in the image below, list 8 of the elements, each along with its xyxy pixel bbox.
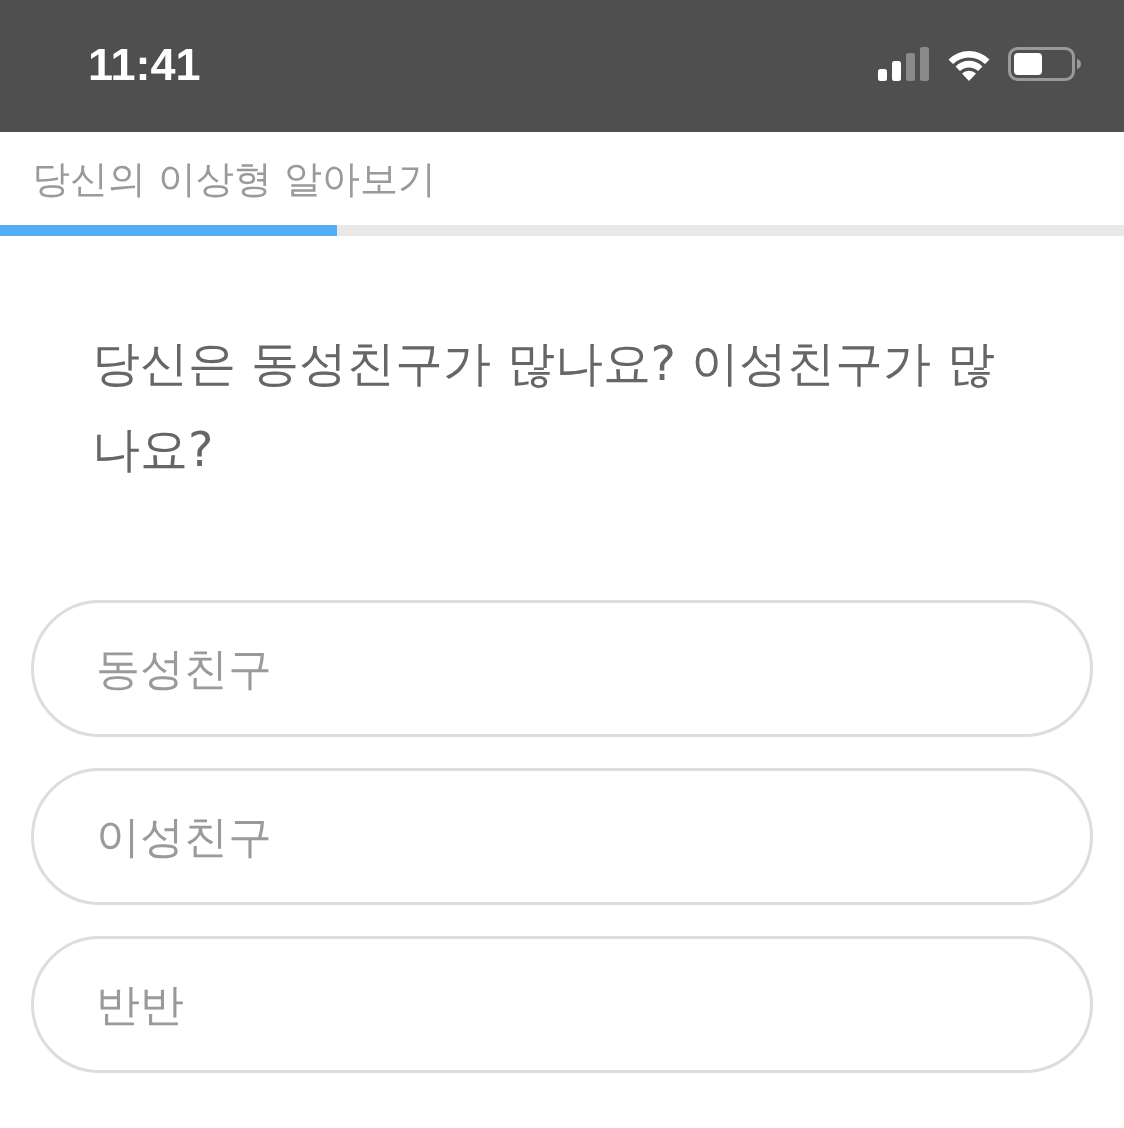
- question-text: 당신은 동성친구가 많나요? 이성친구가 많나요?: [92, 334, 996, 479]
- status-time: 11:41: [88, 41, 201, 87]
- answer-option[interactable]: 이성친구: [31, 768, 1093, 905]
- answer-option[interactable]: 동성친구: [31, 600, 1093, 737]
- answer-option[interactable]: 반반: [31, 936, 1093, 1073]
- page-title: 당신의 이상형 알아보기: [32, 159, 437, 198]
- battery-icon: [1008, 47, 1082, 81]
- signal-icon: [878, 47, 930, 81]
